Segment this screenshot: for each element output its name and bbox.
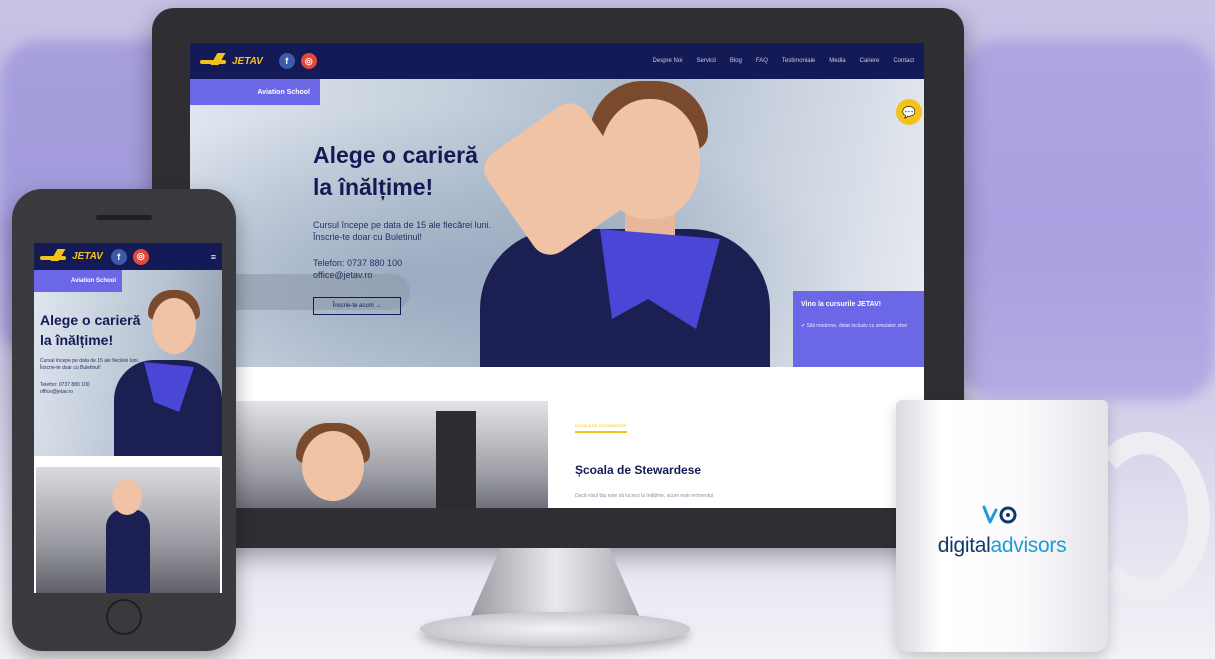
menu-item-faq[interactable]: FAQ (756, 58, 768, 64)
phone-phone-number[interactable]: Telefon: 0737 880 100 (40, 382, 90, 389)
instagram-icon[interactable]: ◎ (300, 53, 317, 69)
phone-hero-title: Alege o carieră la înălțime! (40, 310, 160, 350)
phone-logo[interactable]: JETAV (40, 251, 103, 263)
menu-item-despre-noi[interactable]: Despre Noi (653, 58, 683, 64)
phone-stewardess-body (106, 509, 150, 593)
menu-item-cariere[interactable]: Cariere (860, 58, 880, 64)
section-title: Școala de Stewardese (575, 463, 702, 477)
main-menu: Despre Noi Servicii Blog FAQ Testimonial… (653, 58, 914, 64)
cabin-aisle (436, 411, 476, 508)
social-links: f ◎ (278, 53, 317, 69)
facebook-icon[interactable]: f (278, 53, 295, 69)
promo-title: Vino la cursurile JETAV! (801, 301, 882, 308)
promo-box: Vino la cursurile JETAV! ✔ Săli moderne,… (793, 291, 924, 367)
aviation-school-tag: Aviation School (190, 79, 320, 105)
phone-cabin-photo (36, 467, 220, 593)
background-blur-right (960, 40, 1215, 400)
stewardess-photo (450, 79, 780, 367)
instagram-icon[interactable]: ◎ (132, 248, 149, 265)
chat-icon[interactable]: 💬 (896, 99, 922, 125)
section-eyebrow: ȘCOALA DE STEWARDESE (575, 423, 627, 433)
promo-text: ✔ Săli moderne, dotat inclusiv cu simula… (801, 323, 908, 329)
phone-logo-text: JETAV (72, 251, 103, 262)
section-text: Dacă visul tău este să lucrezi la înălți… (575, 493, 714, 499)
menu-item-testimoniale[interactable]: Testimoniale (782, 58, 815, 64)
stewardess-face (302, 431, 364, 501)
phone-speaker (96, 215, 152, 220)
brand-part-digital: digital (937, 534, 991, 557)
hamburger-menu-icon[interactable]: ≡ (211, 252, 216, 262)
menu-item-contact[interactable]: Contact (893, 58, 914, 64)
phone-title-line2: la înălțime! (40, 332, 114, 348)
home-button[interactable] (106, 599, 142, 635)
logo-text: JETAV (232, 55, 263, 67)
hero-phone[interactable]: Telefon: 0737 880 100 (313, 257, 402, 269)
monitor-base (420, 612, 690, 646)
top-navbar: JETAV f ◎ Despre Noi Servicii Blog FAQ T… (190, 43, 924, 79)
monitor-stand (470, 548, 640, 618)
desktop-screen: JETAV f ◎ Despre Noi Servicii Blog FAQ T… (190, 43, 924, 508)
phone-screen: JETAV f ◎ ≡ Aviation School Alege o cari… (34, 243, 222, 593)
hero-section: Aviation School Alege o carieră la înălț… (190, 79, 924, 367)
smartphone: JETAV f ◎ ≡ Aviation School Alege o cari… (12, 189, 236, 651)
phone-title-line1: Alege o carieră (40, 312, 141, 328)
menu-item-media[interactable]: Media (829, 58, 845, 64)
cabin-photo (236, 401, 548, 508)
facebook-icon[interactable]: f (110, 248, 127, 265)
phone-stewardess-face (112, 479, 142, 515)
branded-mug: digitaladvisors (896, 400, 1108, 652)
phone-hero: Aviation School Alege o carieră la înălț… (34, 270, 222, 456)
phone-hero-text: Cursul începe pe data de 15 ale fiecărei… (40, 358, 139, 371)
menu-item-servicii[interactable]: Servicii (697, 58, 716, 64)
hero-contact: Telefon: 0737 880 100 office@jetav.ro (313, 257, 402, 281)
phone-aviation-tag: Aviation School (34, 270, 122, 292)
hero-email[interactable]: office@jetav.ro (313, 269, 402, 281)
brand-name: digitaladvisors (896, 534, 1108, 558)
plane-icon (40, 251, 68, 263)
brand-part-advisors: advisors (990, 534, 1067, 557)
phone-navbar: JETAV f ◎ ≡ (34, 243, 222, 270)
desktop-monitor: JETAV f ◎ Despre Noi Servicii Blog FAQ T… (152, 8, 964, 548)
enroll-button[interactable]: Înscrie-te acum → (313, 297, 401, 315)
phone-social-links: f ◎ (110, 248, 149, 265)
plane-icon (200, 55, 228, 67)
phone-hero-contact: Telefon: 0737 880 100 office@jetav.ro (40, 382, 90, 396)
school-section: ȘCOALA DE STEWARDESE Școala de Stewardes… (190, 367, 924, 508)
menu-item-blog[interactable]: Blog (730, 58, 742, 64)
digitaladvisors-logo-icon (982, 505, 1017, 524)
phone-email[interactable]: office@jetav.ro (40, 389, 90, 396)
jetav-logo[interactable]: JETAV (200, 55, 263, 67)
